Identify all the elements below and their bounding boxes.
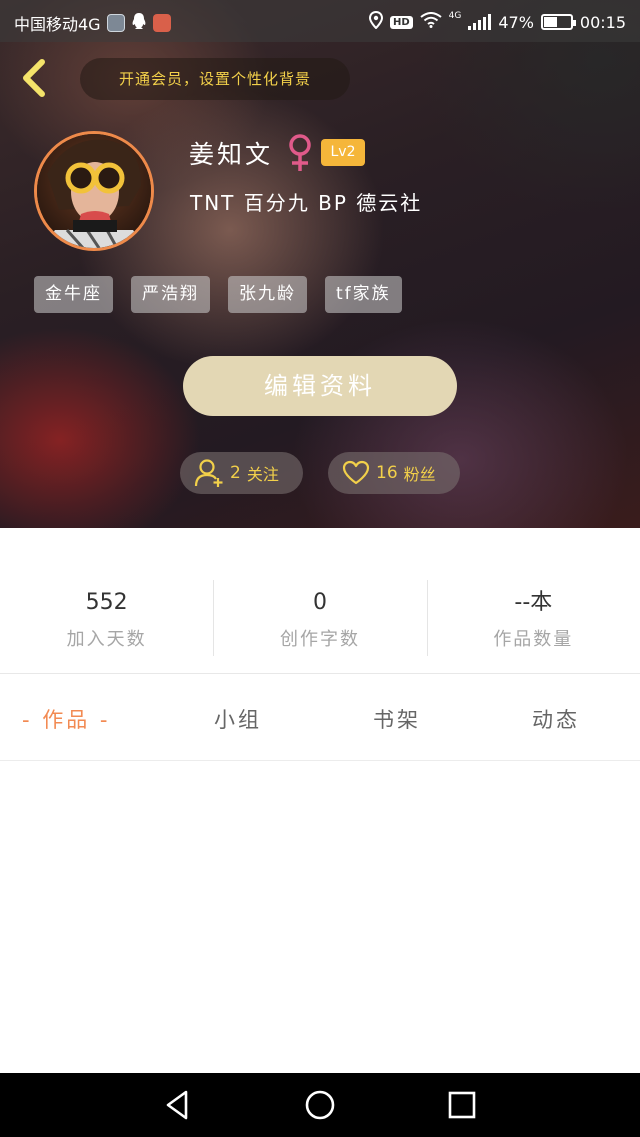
stats-row: 552 加入天数 0 创作字数 --本 作品数量 [0,578,640,658]
profile-page: 中国移动4G HD 4G 47% 00:15 开通会员，设置个性化背景 姜知文 … [0,0,640,1137]
hd-voice-badge: HD [389,15,413,29]
network-type-label: 4G [448,11,462,21]
following-count: 2 [230,463,241,483]
location-icon [368,10,383,33]
system-nav-bar [0,1073,640,1137]
tab-activity[interactable]: 动态 [532,690,580,750]
stat-label: 创作字数 [279,629,360,650]
divider [0,760,640,761]
triangle-back-icon [166,1090,188,1120]
status-bar: 中国移动4G HD 4G 47% 00:15 [0,0,640,42]
tab-works[interactable]: - 作品 - [22,690,111,750]
chevron-left-icon [23,59,45,97]
stat-join-days: 552 加入天数 [0,578,213,658]
nav-back-button[interactable] [160,1087,196,1123]
interest-tags: 金牛座 严浩翔 张九龄 tf家族 [34,276,402,313]
fans-count: 16 [376,463,398,483]
message-notification-icon [152,14,171,32]
battery-percent: 47% [498,12,534,32]
tab-bookshelf[interactable]: 书架 [373,690,421,750]
fans-button[interactable]: 16 粉丝 [328,452,460,494]
profile-tabs: - 作品 - 小组 书架 动态 [0,690,640,750]
stat-label: 作品数量 [493,629,574,650]
tag-item[interactable]: 金牛座 [34,276,113,313]
avatar[interactable] [34,131,154,251]
female-icon [287,133,313,173]
level-badge: Lv2 [321,139,365,166]
stat-word-count: 0 创作字数 [213,578,426,658]
heart-icon [342,460,370,485]
stat-value: 552 [85,590,128,615]
stat-value: --本 [514,590,553,615]
tag-item[interactable]: 严浩翔 [131,276,210,313]
app-notification-icon [106,14,125,32]
nav-home-button[interactable] [302,1087,338,1123]
divider [0,673,640,674]
stat-works-count: --本 作品数量 [426,578,640,658]
user-add-icon [194,459,223,487]
tag-item[interactable]: 张九龄 [228,276,307,313]
username: 姜知文 [189,140,274,169]
clock: 00:15 [579,12,626,32]
bio-text: TNT 百分九 BP 德云社 [190,191,423,215]
following-label: 关注 [246,465,279,484]
battery-icon [540,14,576,30]
vip-background-prompt[interactable]: 开通会员，设置个性化背景 [80,58,350,100]
status-bar-right: HD 4G 47% 00:15 [368,10,626,33]
battery-fill [543,17,558,27]
square-recent-icon [448,1091,476,1119]
tag-item[interactable]: tf家族 [325,276,402,313]
avatar-image [37,134,151,248]
edit-profile-button[interactable]: 编辑资料 [183,356,457,416]
following-button[interactable]: 2 关注 [180,452,303,494]
tab-groups[interactable]: 小组 [214,690,262,750]
qq-notification-icon [131,12,147,34]
carrier-label: 中国移动4G [14,15,101,34]
status-bar-left: 中国移动4G [14,11,171,35]
wifi-icon [420,12,442,32]
fans-label: 粉丝 [403,465,436,484]
circle-home-icon [305,1090,335,1120]
stat-value: 0 [312,590,327,615]
nav-recent-button[interactable] [444,1087,480,1123]
back-button[interactable] [14,56,54,100]
stat-label: 加入天数 [66,629,147,650]
signal-icon [468,14,492,30]
